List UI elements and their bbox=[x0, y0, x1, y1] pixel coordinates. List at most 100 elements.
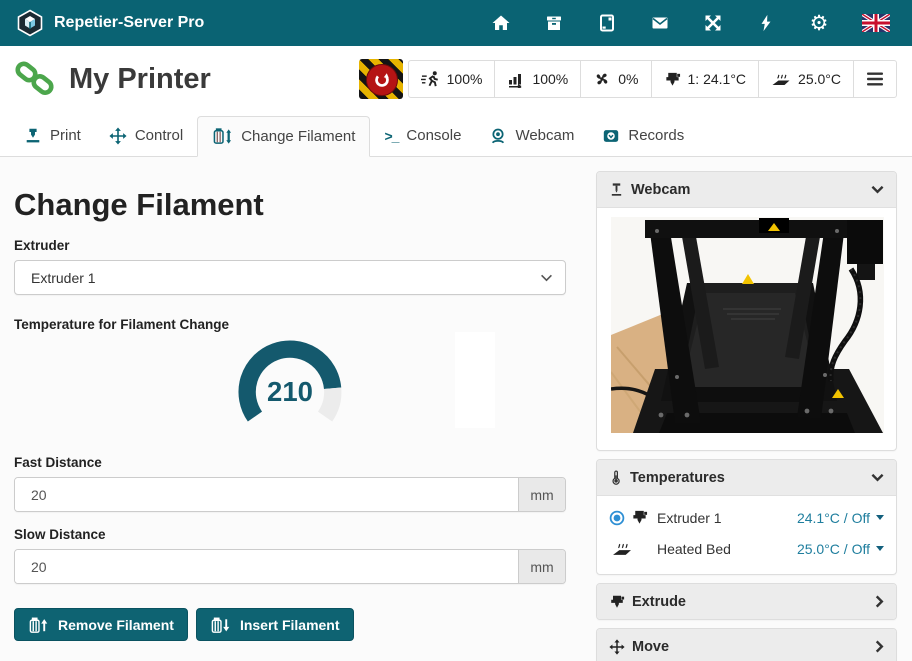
temperature-label: Temperature for Filament Change bbox=[14, 317, 566, 332]
hamburger-icon bbox=[866, 72, 884, 86]
emergency-stop-button[interactable] bbox=[359, 59, 403, 99]
temp-row-bed: Heated Bed 25.0°C / Off bbox=[609, 533, 884, 564]
chevron-down-icon bbox=[871, 473, 884, 482]
fast-distance-unit: mm bbox=[518, 478, 565, 511]
caret-down-icon bbox=[876, 515, 884, 520]
filament-change-icon bbox=[212, 127, 233, 146]
tab-webcam-label: Webcam bbox=[515, 127, 574, 144]
archive-box-icon[interactable] bbox=[544, 13, 564, 33]
move-panel: Move bbox=[596, 628, 897, 661]
chevron-right-icon bbox=[875, 595, 884, 608]
fan-status[interactable]: 0% bbox=[580, 61, 650, 97]
chevron-down-icon bbox=[540, 274, 553, 282]
flow-bars-icon bbox=[507, 70, 525, 88]
radio-selected-icon[interactable] bbox=[609, 510, 625, 526]
records-camera-icon bbox=[602, 127, 620, 145]
navbar-menu: ⚙ bbox=[491, 13, 896, 33]
repetier-logo-icon bbox=[16, 9, 44, 37]
temperatures-body: Extruder 1 24.1°C / Off Heated Bed 25.0°… bbox=[597, 496, 896, 574]
move-panel-title: Move bbox=[632, 639, 669, 655]
right-sidebar: Webcam bbox=[596, 171, 897, 661]
fast-distance-label: Fast Distance bbox=[14, 455, 566, 470]
remove-filament-button[interactable]: Remove Filament bbox=[14, 608, 188, 641]
bed-temp-status[interactable]: 25.0°C bbox=[758, 61, 853, 97]
insert-filament-button[interactable]: Insert Filament bbox=[196, 608, 354, 641]
chevron-down-icon bbox=[871, 185, 884, 194]
tab-webcam[interactable]: Webcam bbox=[475, 115, 588, 156]
speed-status[interactable]: 100% bbox=[409, 61, 495, 97]
gear-icon[interactable]: ⚙ bbox=[809, 13, 829, 33]
tab-records[interactable]: Records bbox=[588, 115, 698, 156]
thermometer-icon bbox=[609, 470, 623, 485]
tab-control-label: Control bbox=[135, 127, 183, 144]
extrude-panel-header[interactable]: Extrude bbox=[597, 584, 896, 619]
nozzle-icon bbox=[631, 509, 648, 526]
gauge-empty-arc bbox=[325, 388, 333, 416]
temp-row-name: Extruder 1 bbox=[657, 510, 722, 526]
print-icon bbox=[24, 127, 42, 145]
webcam-icon bbox=[489, 127, 507, 145]
flow-status[interactable]: 100% bbox=[494, 61, 580, 97]
bed-temp-value: 25.0°C bbox=[798, 71, 841, 87]
bed-temp-text: 25.0°C / Off bbox=[797, 541, 870, 557]
page-title: Change Filament bbox=[14, 187, 566, 223]
remove-filament-label: Remove Filament bbox=[58, 617, 174, 633]
filament-actions: Remove Filament Insert Filament bbox=[14, 608, 566, 641]
brand[interactable]: Repetier-Server Pro bbox=[16, 9, 204, 37]
speed-runner-icon bbox=[421, 70, 440, 88]
tab-console[interactable]: >_ Console bbox=[370, 115, 475, 156]
gauge-value: 210 bbox=[267, 376, 313, 407]
nozzle-icon bbox=[664, 71, 681, 88]
tab-print-label: Print bbox=[50, 127, 81, 144]
fast-distance-group: mm bbox=[14, 477, 566, 512]
slow-distance-input[interactable] bbox=[15, 550, 518, 583]
slow-distance-group: mm bbox=[14, 549, 566, 584]
chevron-right-icon bbox=[875, 640, 884, 653]
tab-control[interactable]: Control bbox=[95, 115, 197, 156]
extruder-temp-text: 24.1°C / Off bbox=[797, 510, 870, 526]
flow-value: 100% bbox=[532, 71, 568, 87]
temp-row-name: Heated Bed bbox=[657, 541, 731, 557]
printer-status-bar: 100% 100% 0% 1: 24.1°C 25.0°C bbox=[359, 59, 897, 99]
bolt-icon[interactable] bbox=[756, 13, 776, 33]
printer-menu-button[interactable] bbox=[853, 61, 896, 97]
mail-icon[interactable] bbox=[650, 13, 670, 33]
knob-input-spacer bbox=[455, 332, 495, 428]
temperatures-panel-title: Temperatures bbox=[630, 470, 725, 486]
extruder-label: Extruder bbox=[14, 238, 566, 253]
home-icon[interactable] bbox=[491, 13, 511, 33]
filament-down-icon bbox=[210, 616, 231, 634]
slow-distance-unit: mm bbox=[518, 550, 565, 583]
extruder-temp-status[interactable]: 1: 24.1°C bbox=[651, 61, 759, 97]
extruder-select[interactable]: Extruder 1 bbox=[14, 260, 566, 295]
language-flag-uk-icon[interactable] bbox=[862, 13, 890, 33]
tab-change-filament-label: Change Filament bbox=[241, 128, 355, 145]
heated-bed-icon bbox=[609, 539, 635, 558]
extruder-temp-dropdown[interactable]: 24.1°C / Off bbox=[797, 510, 884, 526]
temperatures-panel-header[interactable]: Temperatures bbox=[597, 460, 896, 496]
emergency-stop-circle bbox=[366, 64, 398, 96]
printer-link-icon bbox=[15, 61, 55, 97]
printer-header: My Printer 100% 100% 0% bbox=[0, 46, 912, 112]
expand-arrows-icon[interactable] bbox=[703, 13, 723, 33]
console-icon: >_ bbox=[384, 128, 398, 144]
bed-temp-dropdown[interactable]: 25.0°C / Off bbox=[797, 541, 884, 557]
journal-icon[interactable] bbox=[597, 13, 617, 33]
webcam-feed[interactable] bbox=[597, 208, 896, 450]
top-navbar: Repetier-Server Pro ⚙ bbox=[0, 0, 912, 46]
insert-filament-label: Insert Filament bbox=[240, 617, 340, 633]
caret-down-icon bbox=[876, 546, 884, 551]
tab-records-label: Records bbox=[628, 127, 684, 144]
move-panel-header[interactable]: Move bbox=[597, 629, 896, 661]
fast-distance-input[interactable] bbox=[15, 478, 518, 511]
tab-print[interactable]: Print bbox=[10, 115, 95, 156]
printer-tabbar: Print Control Change Filament >_ Console… bbox=[0, 112, 912, 157]
tab-change-filament[interactable]: Change Filament bbox=[197, 116, 370, 157]
filament-up-icon bbox=[28, 616, 49, 634]
status-group: 100% 100% 0% 1: 24.1°C 25.0°C bbox=[408, 60, 897, 98]
extruder-temp-value: 1: 24.1°C bbox=[688, 71, 747, 87]
fan-icon bbox=[593, 70, 611, 88]
printer-name: My Printer bbox=[69, 63, 211, 96]
webcam-image bbox=[611, 217, 884, 433]
webcam-panel-header[interactable]: Webcam bbox=[597, 172, 896, 208]
